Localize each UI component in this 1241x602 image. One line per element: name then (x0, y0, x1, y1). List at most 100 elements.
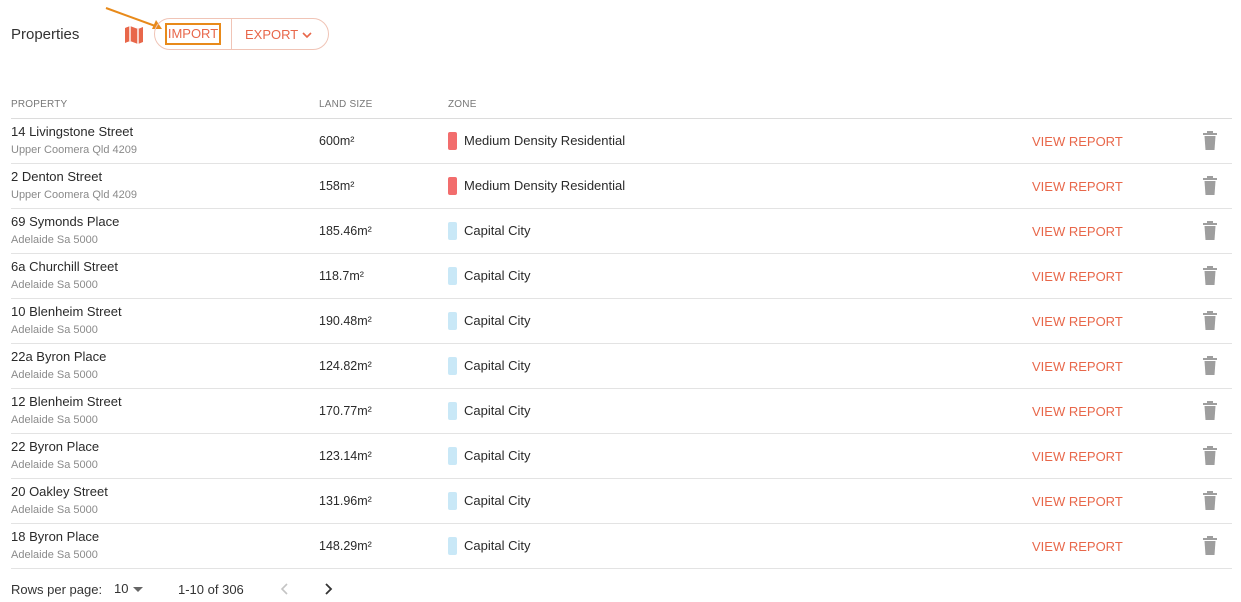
view-report-link[interactable]: VIEW REPORT (1032, 539, 1123, 554)
view-report-link[interactable]: VIEW REPORT (1032, 269, 1123, 284)
table-row[interactable]: 6a Churchill Street Adelaide Sa 5000 118.7… (11, 254, 1232, 299)
view-report-link[interactable]: VIEW REPORT (1032, 404, 1123, 419)
property-suburb: Adelaide Sa 5000 (11, 459, 98, 471)
view-report-link[interactable]: VIEW REPORT (1032, 449, 1123, 464)
chevron-down-icon (302, 32, 312, 39)
pagination: Rows per page: 10 1-10 of 306 (11, 578, 411, 600)
trash-icon[interactable] (1202, 536, 1218, 556)
property-suburb: Adelaide Sa 5000 (11, 369, 98, 381)
trash-icon[interactable] (1202, 221, 1218, 241)
property-suburb: Adelaide Sa 5000 (11, 324, 98, 336)
view-report-link[interactable]: VIEW REPORT (1032, 134, 1123, 149)
property-street[interactable]: 12 Blenheim Street (11, 394, 122, 409)
property-street[interactable]: 10 Blenheim Street (11, 304, 122, 319)
table-row[interactable]: 69 Symonds Place Adelaide Sa 5000 185.46m²… (11, 209, 1232, 254)
export-label: EXPORT (245, 27, 299, 42)
page-header: Properties IMPORT EXPORT (0, 0, 1241, 70)
trash-icon[interactable] (1202, 266, 1218, 286)
zone-color-swatch (448, 312, 457, 330)
zone-color-swatch (448, 177, 457, 195)
rows-per-page-label: Rows per page: (11, 582, 103, 597)
property-suburb: Adelaide Sa 5000 (11, 234, 98, 246)
property-street[interactable]: 22a Byron Place (11, 349, 106, 364)
column-header-land-size[interactable]: LAND SIZE (319, 99, 372, 110)
column-header-property[interactable]: PROPERTY (11, 99, 67, 110)
table-row[interactable]: 12 Blenheim Street Adelaide Sa 5000 170.77… (11, 389, 1232, 434)
trash-icon[interactable] (1202, 491, 1218, 511)
trash-icon[interactable] (1202, 446, 1218, 466)
zone-name: Capital City (464, 538, 531, 553)
zone-color-swatch (448, 402, 457, 420)
table-row[interactable]: 18 Byron Place Adelaide Sa 5000 148.29m² Ca… (11, 524, 1232, 569)
trash-icon[interactable] (1202, 311, 1218, 331)
properties-table: PROPERTY LAND SIZE ZONE 14 Livingstone S… (11, 96, 1232, 569)
table-row[interactable]: 14 Livingstone Street Upper Coomera Qld 4… (11, 119, 1232, 164)
property-street[interactable]: 6a Churchill Street (11, 259, 118, 274)
import-button[interactable]: IMPORT (165, 23, 221, 45)
land-size: 118.7m² (319, 269, 364, 283)
trash-icon[interactable] (1202, 176, 1218, 196)
zone-color-swatch (448, 537, 457, 555)
property-suburb: Adelaide Sa 5000 (11, 279, 98, 291)
dropdown-arrow-icon[interactable] (133, 587, 143, 592)
view-report-link[interactable]: VIEW REPORT (1032, 494, 1123, 509)
table-body: 14 Livingstone Street Upper Coomera Qld 4… (11, 119, 1232, 569)
chevron-left-icon[interactable] (277, 580, 293, 598)
zone-color-swatch (448, 357, 457, 375)
view-report-link[interactable]: VIEW REPORT (1032, 359, 1123, 374)
land-size: 190.48m² (319, 314, 372, 328)
zone-name: Capital City (464, 223, 531, 238)
export-button[interactable]: EXPORT (245, 26, 312, 44)
table-row[interactable]: 22a Byron Place Adelaide Sa 5000 124.82m² C… (11, 344, 1232, 389)
property-suburb: Upper Coomera Qld 4209 (11, 189, 137, 201)
zone-color-swatch (448, 222, 457, 240)
property-suburb: Adelaide Sa 5000 (11, 549, 98, 561)
land-size: 170.77m² (319, 404, 372, 418)
button-divider (231, 19, 232, 49)
import-export-group: IMPORT EXPORT (154, 18, 329, 50)
property-street[interactable]: 14 Livingstone Street (11, 124, 133, 139)
column-header-zone[interactable]: ZONE (448, 99, 477, 110)
trash-icon[interactable] (1202, 401, 1218, 421)
trash-icon[interactable] (1202, 356, 1218, 376)
trash-icon[interactable] (1202, 131, 1218, 151)
zone-name: Capital City (464, 313, 531, 328)
zone-color-swatch (448, 492, 457, 510)
land-size: 185.46m² (319, 224, 372, 238)
land-size: 123.14m² (319, 449, 372, 463)
zone-name: Capital City (464, 448, 531, 463)
zone-name: Medium Density Residential (464, 178, 626, 193)
chevron-right-icon[interactable] (320, 580, 336, 598)
table-row[interactable]: 20 Oakley Street Adelaide Sa 5000 131.96m²… (11, 479, 1232, 524)
page-title: Properties (11, 26, 80, 43)
property-street[interactable]: 69 Symonds Place (11, 214, 119, 229)
view-report-link[interactable]: VIEW REPORT (1032, 224, 1123, 239)
zone-color-swatch (448, 267, 457, 285)
property-street[interactable]: 20 Oakley Street (11, 484, 108, 499)
land-size: 124.82m² (319, 359, 372, 373)
zone-name: Capital City (464, 403, 531, 418)
property-street[interactable]: 18 Byron Place (11, 529, 99, 544)
property-street[interactable]: 2 Denton Street (11, 169, 102, 184)
zone-color-swatch (448, 132, 457, 150)
land-size: 148.29m² (319, 539, 372, 553)
page-range: 1-10 of 306 (178, 582, 244, 597)
zone-name: Capital City (464, 493, 531, 508)
table-row[interactable]: 22 Byron Place Adelaide Sa 5000 123.14m² Ca… (11, 434, 1232, 479)
zone-name: Capital City (464, 358, 531, 373)
zone-name: Capital City (464, 268, 531, 283)
table-row[interactable]: 2 Denton Street Upper Coomera Qld 4209 158… (11, 164, 1232, 209)
zone-name: Medium Density Residential (464, 133, 626, 148)
rows-per-page-select[interactable]: 10 (114, 581, 128, 596)
land-size: 600m² (319, 134, 355, 148)
property-street[interactable]: 22 Byron Place (11, 439, 99, 454)
table-header: PROPERTY LAND SIZE ZONE (11, 96, 1232, 119)
property-suburb: Upper Coomera Qld 4209 (11, 144, 137, 156)
property-suburb: Adelaide Sa 5000 (11, 504, 98, 516)
view-report-link[interactable]: VIEW REPORT (1032, 314, 1123, 329)
land-size: 131.96m² (319, 494, 372, 508)
property-suburb: Adelaide Sa 5000 (11, 414, 98, 426)
land-size: 158m² (319, 179, 355, 193)
table-row[interactable]: 10 Blenheim Street Adelaide Sa 5000 190.48… (11, 299, 1232, 344)
view-report-link[interactable]: VIEW REPORT (1032, 179, 1123, 194)
